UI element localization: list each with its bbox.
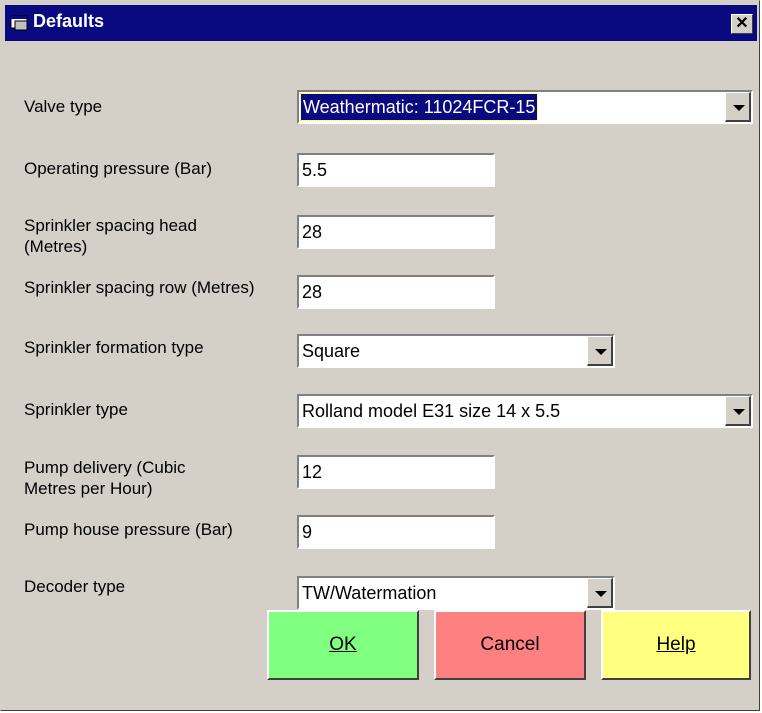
title-bar: Defaults ✕	[5, 5, 757, 41]
ok-button[interactable]: OK	[267, 610, 419, 680]
app-icon	[10, 15, 28, 31]
sprinkler-type-dropdown[interactable]: Rolland model E31 size 14 x 5.5	[297, 394, 753, 428]
ok-button-label: OK	[329, 634, 357, 655]
operating-pressure-label: Operating pressure (Bar)	[24, 159, 213, 178]
window-title: Defaults	[33, 11, 105, 31]
spacing-row-input[interactable]: 28	[297, 275, 495, 309]
cancel-button[interactable]: Cancel	[434, 610, 586, 680]
valve-type-value: Weathermatic: 11024FCR-15	[299, 93, 539, 121]
sprinkler-type-value: Rolland model E31 size 14 x 5.5	[302, 401, 561, 421]
decoder-type-dropdown[interactable]: TW/Watermation	[297, 576, 615, 610]
close-icon: ✕	[735, 15, 749, 32]
spacing-head-input[interactable]: 28	[297, 215, 495, 249]
formation-type-dropdown[interactable]: Square	[297, 334, 615, 368]
pump-house-pressure-label: Pump house pressure (Bar)	[24, 520, 233, 539]
defaults-dialog: Defaults ✕ Valve type Weathermatic: 1102…	[0, 0, 760, 711]
help-button[interactable]: Help	[601, 610, 751, 680]
pump-delivery-label: Pump delivery (Cubic Metres per Hour)	[24, 458, 186, 498]
chevron-down-icon[interactable]	[587, 578, 613, 608]
chevron-down-icon[interactable]	[587, 336, 613, 366]
help-button-label: Help	[656, 634, 696, 655]
formation-type-label: Sprinkler formation type	[24, 338, 204, 357]
spacing-row-label: Sprinkler spacing row (Metres)	[24, 278, 255, 297]
decoder-type-label: Decoder type	[24, 577, 126, 596]
cancel-button-label: Cancel	[480, 634, 540, 655]
formation-type-value: Square	[302, 341, 361, 361]
chevron-down-icon[interactable]	[725, 396, 751, 426]
valve-type-label: Valve type	[24, 97, 103, 116]
pump-delivery-input[interactable]: 12	[297, 455, 495, 489]
valve-type-dropdown[interactable]: Weathermatic: 11024FCR-15	[297, 90, 753, 124]
operating-pressure-input[interactable]: 5.5	[297, 153, 495, 187]
sprinkler-type-label: Sprinkler type	[24, 400, 128, 419]
spacing-head-label: Sprinkler spacing head (Metres)	[24, 216, 197, 256]
chevron-down-icon[interactable]	[725, 92, 751, 122]
pump-house-pressure-input[interactable]: 9	[297, 515, 495, 549]
close-button[interactable]: ✕	[731, 14, 753, 34]
decoder-type-value: TW/Watermation	[302, 583, 437, 603]
